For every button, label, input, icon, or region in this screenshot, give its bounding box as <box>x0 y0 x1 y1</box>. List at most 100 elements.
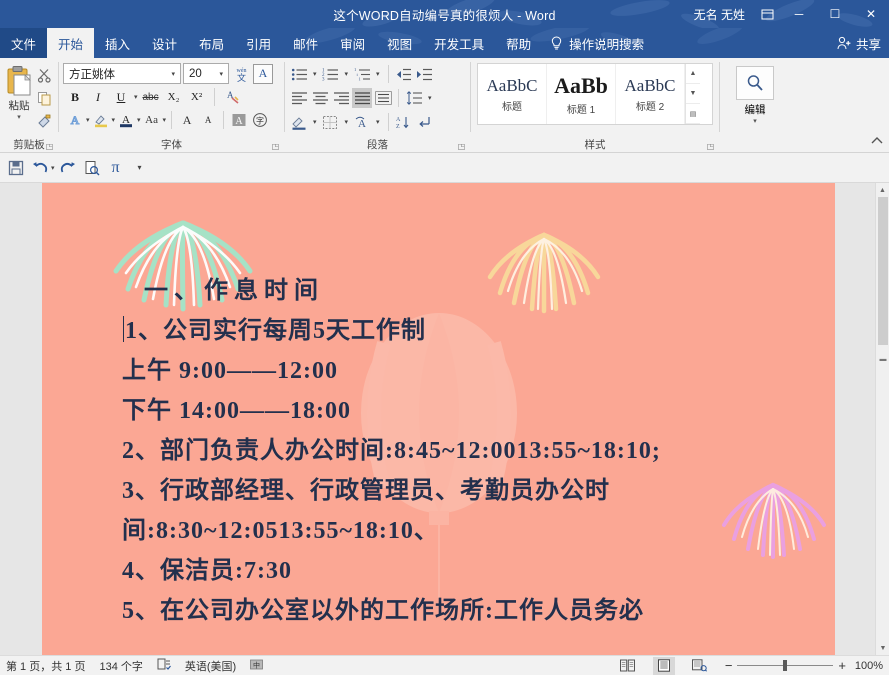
numbering-dropdown-icon[interactable]: ▾ <box>342 70 352 78</box>
scroll-down-button[interactable]: ▼ <box>876 641 889 655</box>
page-count[interactable]: 第 1 页，共 1 页 <box>6 658 85 674</box>
align-left-button[interactable] <box>289 88 309 108</box>
style-item-title[interactable]: AaBbC 标题 <box>478 64 547 124</box>
editing-find-button[interactable]: 编辑 ▾ <box>725 66 785 125</box>
font-color-dropdown-icon[interactable]: ▾ <box>137 116 141 124</box>
ribbon-display-options-icon[interactable] <box>753 0 781 28</box>
strikethrough-button[interactable]: abc <box>141 87 161 107</box>
shading-button[interactable] <box>289 112 309 132</box>
paste-button[interactable]: 粘贴 ▾ <box>4 61 34 121</box>
underline-dropdown-icon[interactable]: ▾ <box>134 93 138 101</box>
highlight-button[interactable] <box>91 110 111 130</box>
change-case-dropdown-icon[interactable]: ▾ <box>163 116 167 124</box>
font-size-combobox[interactable]: 20 ▾ <box>183 63 229 84</box>
shading-dropdown-icon[interactable]: ▾ <box>310 118 320 126</box>
font-name-combobox[interactable]: 方正姚体 ▾ <box>63 63 181 84</box>
undo-dropdown-arrow[interactable]: ▾ <box>51 164 55 172</box>
increase-indent-button[interactable] <box>415 64 435 84</box>
styles-dialog-launcher[interactable]: ◳ <box>706 142 715 151</box>
vertical-scrollbar[interactable]: ▲ ▬ ▼ <box>875 183 889 655</box>
scroll-up-button[interactable]: ▲ <box>876 183 889 197</box>
tab-review[interactable]: 审阅 <box>329 28 376 58</box>
save-button[interactable] <box>5 157 27 179</box>
distribute-button[interactable] <box>373 88 393 108</box>
tab-design[interactable]: 设计 <box>141 28 188 58</box>
font-color-button[interactable]: A <box>116 110 136 130</box>
text-effects-button[interactable]: A <box>65 110 85 130</box>
styles-gallery-scrollbar[interactable]: ▲ ▼ ▤ <box>685 64 700 124</box>
highlight-dropdown-icon[interactable]: ▾ <box>112 116 116 124</box>
language-indicator[interactable]: 英语(美国) <box>185 658 236 674</box>
zoom-in-button[interactable]: + <box>838 658 846 673</box>
print-preview-button[interactable] <box>81 157 103 179</box>
chevron-down-icon[interactable]: ▾ <box>216 70 226 78</box>
redo-button[interactable] <box>57 157 79 179</box>
grow-font-button[interactable]: A <box>177 110 197 130</box>
text-effects-dropdown-icon[interactable]: ▾ <box>86 116 90 124</box>
clear-formatting-button[interactable]: A <box>222 87 242 107</box>
tab-view[interactable]: 视图 <box>376 28 423 58</box>
document-page[interactable]: 一、作息时间 1、公司实行每周5天工作制 上午 9:00——12:00 下午 1… <box>42 183 835 655</box>
superscript-button[interactable]: X² <box>187 87 207 107</box>
align-center-button[interactable] <box>310 88 330 108</box>
maximize-button[interactable]: ☐ <box>817 0 853 28</box>
scrollbar-thumb[interactable] <box>878 197 888 345</box>
phonetic-guide-button[interactable]: wén 文 <box>231 64 251 84</box>
zoom-out-button[interactable]: − <box>725 658 733 673</box>
enclose-character-button[interactable]: 字 <box>250 110 270 130</box>
tab-insert[interactable]: 插入 <box>94 28 141 58</box>
tab-layout[interactable]: 布局 <box>188 28 235 58</box>
styles-more-button[interactable]: ▤ <box>686 104 700 124</box>
close-button[interactable]: ✕ <box>853 0 889 28</box>
format-painter-button[interactable] <box>34 111 54 131</box>
borders-dropdown-icon[interactable]: ▾ <box>342 118 352 126</box>
account-name[interactable]: 无名 无姓 <box>686 6 753 23</box>
input-mode-icon[interactable]: 中 <box>250 658 264 674</box>
tab-help[interactable]: 帮助 <box>495 28 542 58</box>
read-mode-button[interactable] <box>617 657 639 675</box>
proofing-errors-icon[interactable] <box>157 658 171 674</box>
web-layout-button[interactable] <box>689 657 711 675</box>
tab-file[interactable]: 文件 <box>0 28 48 58</box>
numbering-button[interactable]: 123 <box>321 64 341 84</box>
tell-me-search[interactable]: 操作说明搜索 <box>542 28 652 58</box>
character-shading-button[interactable]: A <box>229 110 249 130</box>
zoom-level[interactable]: 100% <box>851 660 883 672</box>
shrink-font-button[interactable]: A <box>198 110 218 130</box>
collapse-ribbon-button[interactable] <box>871 136 883 149</box>
tab-references[interactable]: 引用 <box>235 28 282 58</box>
underline-button[interactable]: U <box>111 87 131 107</box>
minimize-button[interactable]: ─ <box>781 0 817 28</box>
bullets-button[interactable] <box>289 64 309 84</box>
customize-toolbar-button[interactable]: ▾ <box>129 157 151 179</box>
bold-button[interactable]: B <box>65 87 85 107</box>
split-window-handle[interactable]: ▬ <box>876 353 889 365</box>
clipboard-dialog-launcher[interactable]: ◳ <box>45 142 54 151</box>
paste-dropdown-arrow[interactable]: ▾ <box>17 114 21 121</box>
tab-home[interactable]: 开始 <box>47 28 95 58</box>
styles-scroll-up-button[interactable]: ▲ <box>686 64 700 84</box>
chevron-down-icon[interactable]: ▾ <box>168 70 178 78</box>
equation-button[interactable]: π <box>105 157 127 179</box>
multilevel-list-button[interactable]: 1i1 <box>352 64 372 84</box>
zoom-control[interactable]: − + 100% <box>725 658 883 673</box>
undo-button[interactable] <box>29 157 51 179</box>
character-border-button[interactable]: A <box>253 63 273 84</box>
italic-button[interactable]: I <box>88 87 108 107</box>
borders-button[interactable] <box>321 112 341 132</box>
decrease-indent-button[interactable] <box>394 64 414 84</box>
cut-button[interactable] <box>34 65 54 85</box>
font-dialog-launcher[interactable]: ◳ <box>271 142 280 151</box>
editing-dropdown-arrow[interactable]: ▾ <box>753 117 757 125</box>
tab-mailings[interactable]: 邮件 <box>282 28 329 58</box>
asian-layout-dropdown-icon[interactable]: ▾ <box>373 118 383 126</box>
copy-button[interactable] <box>34 88 54 108</box>
zoom-slider[interactable] <box>737 659 834 673</box>
word-count[interactable]: 134 个字 <box>99 658 142 674</box>
print-layout-button[interactable] <box>652 656 675 675</box>
zoom-slider-thumb[interactable] <box>783 660 788 671</box>
bullets-dropdown-icon[interactable]: ▾ <box>310 70 320 78</box>
document-text-body[interactable]: 一、作息时间 1、公司实行每周5天工作制 上午 9:00——12:00 下午 1… <box>122 271 795 631</box>
line-spacing-button[interactable] <box>404 88 424 108</box>
style-item-heading1[interactable]: AaBb 标题 1 <box>547 64 616 124</box>
